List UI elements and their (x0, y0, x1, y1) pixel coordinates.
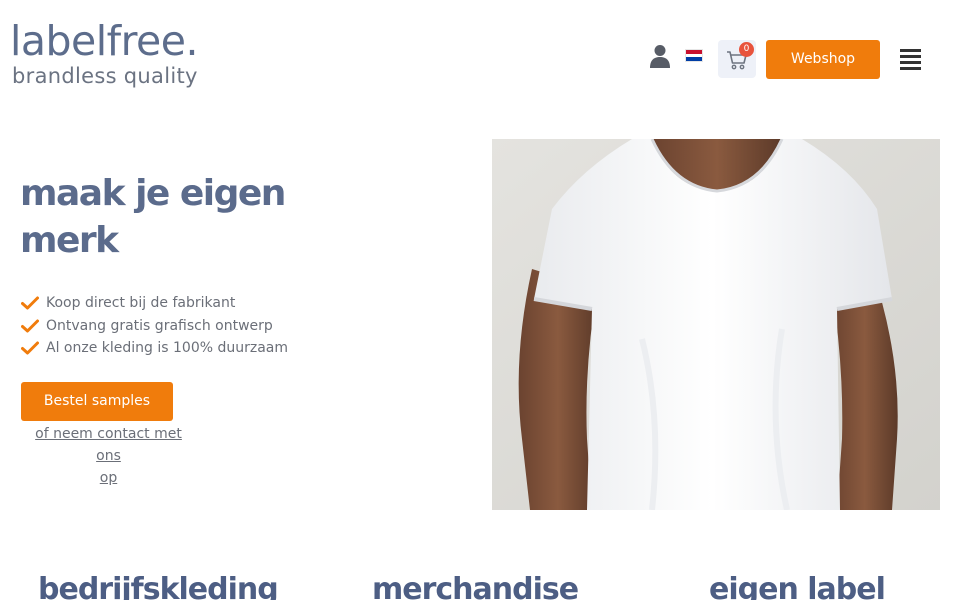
order-samples-button[interactable]: Bestel samples (21, 382, 173, 421)
category-heading-merchandise[interactable]: merchandise (372, 572, 579, 600)
user-icon[interactable] (649, 44, 671, 68)
hero-title-line2: merk (20, 220, 119, 261)
category-heading-bedrijfskleding[interactable]: bedrijfskleding (38, 572, 279, 600)
site-logo[interactable]: labelfree. brandless quality (10, 17, 199, 88)
site-header: labelfree. brandless quality 0 Webshop (0, 0, 960, 120)
usp-item: Ontvang gratis grafisch ontwerp (21, 315, 288, 338)
check-icon (21, 341, 39, 355)
usp-label: Koop direct bij de fabrikant (46, 295, 236, 312)
hero-image (492, 139, 940, 510)
cart-count-badge: 0 (739, 42, 754, 57)
logo-wordmark: labelfree. (10, 17, 199, 65)
netherlands-flag-icon[interactable] (685, 49, 703, 62)
hero-title-line1: maak je eigen (20, 173, 286, 214)
usp-item: Koop direct bij de fabrikant (21, 292, 288, 315)
category-heading-eigen-label[interactable]: eigen label (709, 572, 886, 600)
usp-label: Ontvang gratis grafisch ontwerp (46, 317, 273, 334)
hamburger-menu-icon[interactable] (900, 49, 921, 70)
check-icon (21, 296, 39, 310)
webshop-button[interactable]: Webshop (766, 40, 880, 79)
usp-item: Al onze kleding is 100% duurzaam (21, 337, 288, 360)
contact-link[interactable]: of neem contact met ons op (21, 423, 196, 489)
contact-link-line2: op (99, 470, 118, 486)
hero-title: maak je eigen merk (20, 170, 320, 264)
logo-tagline: brandless quality (12, 64, 198, 88)
usp-label: Al onze kleding is 100% duurzaam (46, 340, 289, 357)
usp-list: Koop direct bij de fabrikant Ontvang gra… (21, 292, 288, 360)
check-icon (21, 319, 39, 333)
contact-link-line1: of neem contact met ons (35, 426, 182, 464)
